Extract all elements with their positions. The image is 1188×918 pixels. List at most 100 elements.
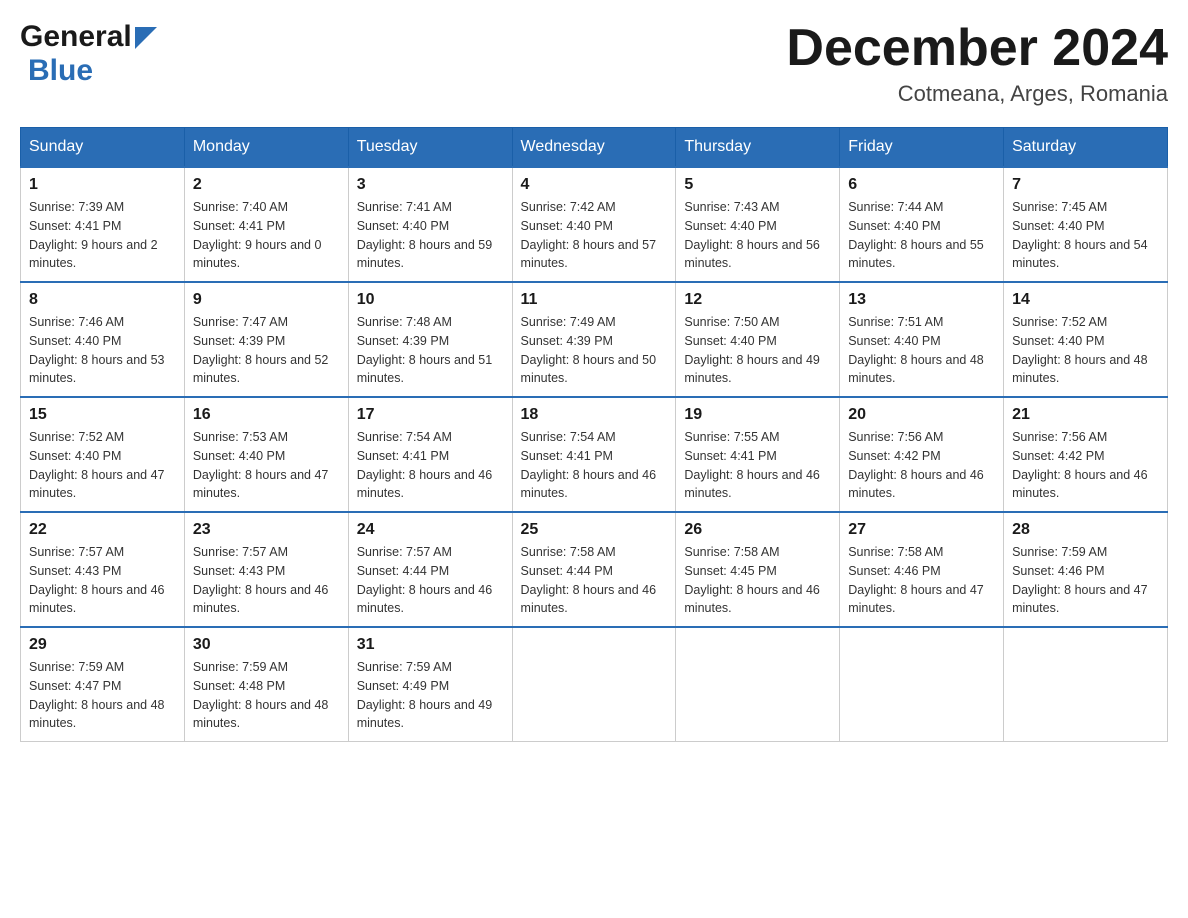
logo-general-text: General — [20, 20, 132, 54]
day-number: 26 — [684, 521, 831, 539]
calendar-week-row: 15 Sunrise: 7:52 AMSunset: 4:40 PMDaylig… — [21, 397, 1168, 512]
calendar-cell: 7 Sunrise: 7:45 AMSunset: 4:40 PMDayligh… — [1004, 167, 1168, 282]
page-header: General Blue December 2024 Cotmeana, Arg… — [20, 20, 1168, 107]
calendar-cell: 15 Sunrise: 7:52 AMSunset: 4:40 PMDaylig… — [21, 397, 185, 512]
day-info: Sunrise: 7:42 AMSunset: 4:40 PMDaylight:… — [521, 198, 668, 273]
day-info: Sunrise: 7:59 AMSunset: 4:49 PMDaylight:… — [357, 658, 504, 733]
calendar-cell: 22 Sunrise: 7:57 AMSunset: 4:43 PMDaylig… — [21, 512, 185, 627]
day-number: 25 — [521, 521, 668, 539]
calendar-cell: 30 Sunrise: 7:59 AMSunset: 4:48 PMDaylig… — [184, 627, 348, 742]
calendar-cell: 31 Sunrise: 7:59 AMSunset: 4:49 PMDaylig… — [348, 627, 512, 742]
day-info: Sunrise: 7:59 AMSunset: 4:48 PMDaylight:… — [193, 658, 340, 733]
day-info: Sunrise: 7:52 AMSunset: 4:40 PMDaylight:… — [1012, 313, 1159, 388]
day-number: 8 — [29, 291, 176, 309]
day-number: 17 — [357, 406, 504, 424]
day-number: 31 — [357, 636, 504, 654]
calendar-week-row: 22 Sunrise: 7:57 AMSunset: 4:43 PMDaylig… — [21, 512, 1168, 627]
col-saturday: Saturday — [1004, 128, 1168, 168]
day-number: 15 — [29, 406, 176, 424]
day-number: 11 — [521, 291, 668, 309]
calendar-cell: 3 Sunrise: 7:41 AMSunset: 4:40 PMDayligh… — [348, 167, 512, 282]
calendar-cell: 9 Sunrise: 7:47 AMSunset: 4:39 PMDayligh… — [184, 282, 348, 397]
calendar-cell: 29 Sunrise: 7:59 AMSunset: 4:47 PMDaylig… — [21, 627, 185, 742]
calendar-cell: 8 Sunrise: 7:46 AMSunset: 4:40 PMDayligh… — [21, 282, 185, 397]
day-number: 13 — [848, 291, 995, 309]
day-info: Sunrise: 7:51 AMSunset: 4:40 PMDaylight:… — [848, 313, 995, 388]
day-number: 10 — [357, 291, 504, 309]
calendar-cell: 17 Sunrise: 7:54 AMSunset: 4:41 PMDaylig… — [348, 397, 512, 512]
day-number: 19 — [684, 406, 831, 424]
day-info: Sunrise: 7:59 AMSunset: 4:46 PMDaylight:… — [1012, 543, 1159, 618]
day-info: Sunrise: 7:54 AMSunset: 4:41 PMDaylight:… — [357, 428, 504, 503]
day-number: 1 — [29, 176, 176, 194]
calendar-table: Sunday Monday Tuesday Wednesday Thursday… — [20, 127, 1168, 742]
day-info: Sunrise: 7:45 AMSunset: 4:40 PMDaylight:… — [1012, 198, 1159, 273]
day-number: 4 — [521, 176, 668, 194]
calendar-cell: 21 Sunrise: 7:56 AMSunset: 4:42 PMDaylig… — [1004, 397, 1168, 512]
day-number: 29 — [29, 636, 176, 654]
day-number: 16 — [193, 406, 340, 424]
day-number: 5 — [684, 176, 831, 194]
day-number: 9 — [193, 291, 340, 309]
day-number: 21 — [1012, 406, 1159, 424]
calendar-week-row: 1 Sunrise: 7:39 AMSunset: 4:41 PMDayligh… — [21, 167, 1168, 282]
location-text: Cotmeana, Arges, Romania — [786, 81, 1168, 107]
day-info: Sunrise: 7:40 AMSunset: 4:41 PMDaylight:… — [193, 198, 340, 273]
logo: General Blue — [20, 20, 157, 88]
day-number: 7 — [1012, 176, 1159, 194]
day-info: Sunrise: 7:46 AMSunset: 4:40 PMDaylight:… — [29, 313, 176, 388]
day-info: Sunrise: 7:58 AMSunset: 4:45 PMDaylight:… — [684, 543, 831, 618]
col-tuesday: Tuesday — [348, 128, 512, 168]
calendar-cell: 26 Sunrise: 7:58 AMSunset: 4:45 PMDaylig… — [676, 512, 840, 627]
day-info: Sunrise: 7:54 AMSunset: 4:41 PMDaylight:… — [521, 428, 668, 503]
calendar-cell: 23 Sunrise: 7:57 AMSunset: 4:43 PMDaylig… — [184, 512, 348, 627]
day-info: Sunrise: 7:43 AMSunset: 4:40 PMDaylight:… — [684, 198, 831, 273]
day-number: 30 — [193, 636, 340, 654]
day-info: Sunrise: 7:50 AMSunset: 4:40 PMDaylight:… — [684, 313, 831, 388]
day-info: Sunrise: 7:49 AMSunset: 4:39 PMDaylight:… — [521, 313, 668, 388]
calendar-cell: 4 Sunrise: 7:42 AMSunset: 4:40 PMDayligh… — [512, 167, 676, 282]
day-info: Sunrise: 7:59 AMSunset: 4:47 PMDaylight:… — [29, 658, 176, 733]
calendar-cell: 10 Sunrise: 7:48 AMSunset: 4:39 PMDaylig… — [348, 282, 512, 397]
day-info: Sunrise: 7:41 AMSunset: 4:40 PMDaylight:… — [357, 198, 504, 273]
day-info: Sunrise: 7:58 AMSunset: 4:44 PMDaylight:… — [521, 543, 668, 618]
calendar-cell: 28 Sunrise: 7:59 AMSunset: 4:46 PMDaylig… — [1004, 512, 1168, 627]
day-number: 14 — [1012, 291, 1159, 309]
calendar-cell: 16 Sunrise: 7:53 AMSunset: 4:40 PMDaylig… — [184, 397, 348, 512]
day-number: 27 — [848, 521, 995, 539]
calendar-cell: 27 Sunrise: 7:58 AMSunset: 4:46 PMDaylig… — [840, 512, 1004, 627]
calendar-week-row: 29 Sunrise: 7:59 AMSunset: 4:47 PMDaylig… — [21, 627, 1168, 742]
calendar-cell: 5 Sunrise: 7:43 AMSunset: 4:40 PMDayligh… — [676, 167, 840, 282]
day-info: Sunrise: 7:39 AMSunset: 4:41 PMDaylight:… — [29, 198, 176, 273]
logo-blue-text: Blue — [28, 54, 93, 88]
day-number: 22 — [29, 521, 176, 539]
calendar-cell: 1 Sunrise: 7:39 AMSunset: 4:41 PMDayligh… — [21, 167, 185, 282]
calendar-cell: 11 Sunrise: 7:49 AMSunset: 4:39 PMDaylig… — [512, 282, 676, 397]
day-number: 20 — [848, 406, 995, 424]
col-thursday: Thursday — [676, 128, 840, 168]
calendar-cell: 12 Sunrise: 7:50 AMSunset: 4:40 PMDaylig… — [676, 282, 840, 397]
day-number: 24 — [357, 521, 504, 539]
calendar-cell: 14 Sunrise: 7:52 AMSunset: 4:40 PMDaylig… — [1004, 282, 1168, 397]
title-block: December 2024 Cotmeana, Arges, Romania — [786, 20, 1168, 107]
day-info: Sunrise: 7:56 AMSunset: 4:42 PMDaylight:… — [1012, 428, 1159, 503]
day-number: 23 — [193, 521, 340, 539]
day-info: Sunrise: 7:53 AMSunset: 4:40 PMDaylight:… — [193, 428, 340, 503]
day-info: Sunrise: 7:44 AMSunset: 4:40 PMDaylight:… — [848, 198, 995, 273]
calendar-cell — [512, 627, 676, 742]
calendar-cell: 13 Sunrise: 7:51 AMSunset: 4:40 PMDaylig… — [840, 282, 1004, 397]
calendar-cell: 25 Sunrise: 7:58 AMSunset: 4:44 PMDaylig… — [512, 512, 676, 627]
calendar-cell — [840, 627, 1004, 742]
col-monday: Monday — [184, 128, 348, 168]
day-number: 12 — [684, 291, 831, 309]
month-title: December 2024 — [786, 20, 1168, 77]
calendar-cell — [676, 627, 840, 742]
day-info: Sunrise: 7:47 AMSunset: 4:39 PMDaylight:… — [193, 313, 340, 388]
day-info: Sunrise: 7:58 AMSunset: 4:46 PMDaylight:… — [848, 543, 995, 618]
calendar-week-row: 8 Sunrise: 7:46 AMSunset: 4:40 PMDayligh… — [21, 282, 1168, 397]
calendar-cell — [1004, 627, 1168, 742]
day-info: Sunrise: 7:57 AMSunset: 4:44 PMDaylight:… — [357, 543, 504, 618]
day-info: Sunrise: 7:56 AMSunset: 4:42 PMDaylight:… — [848, 428, 995, 503]
calendar-cell: 2 Sunrise: 7:40 AMSunset: 4:41 PMDayligh… — [184, 167, 348, 282]
day-info: Sunrise: 7:55 AMSunset: 4:41 PMDaylight:… — [684, 428, 831, 503]
